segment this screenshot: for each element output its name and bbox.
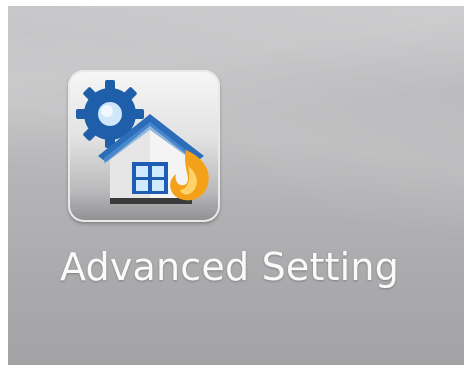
advanced-setting-shortcut[interactable]: Advanced Setting [60,62,464,322]
screen-edge-left [0,0,8,365]
house-gear-flame-icon[interactable] [68,70,220,222]
desktop-background: Advanced Setting [8,6,464,365]
shortcut-label[interactable]: Advanced Setting [60,245,399,289]
